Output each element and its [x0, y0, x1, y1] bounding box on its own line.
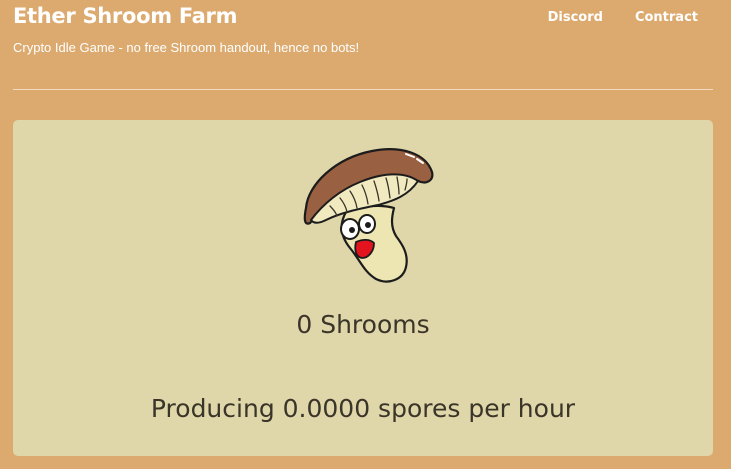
header-divider	[13, 89, 713, 90]
mushroom-mascot-icon	[303, 148, 434, 283]
site-title: Ether Shroom Farm	[13, 4, 238, 28]
top-nav: Discord Contract	[548, 10, 698, 25]
nav-link-contract[interactable]: Contract	[635, 10, 698, 25]
production-rate: Producing 0.0000 spores per hour	[150, 394, 576, 423]
shroom-count: 0 Shrooms	[296, 310, 430, 339]
site-subtitle: Crypto Idle Game - no free Shroom handou…	[13, 40, 360, 55]
farm-panel: 0 Shrooms Producing 0.0000 spores per ho…	[13, 120, 713, 456]
nav-link-discord[interactable]: Discord	[548, 10, 603, 25]
